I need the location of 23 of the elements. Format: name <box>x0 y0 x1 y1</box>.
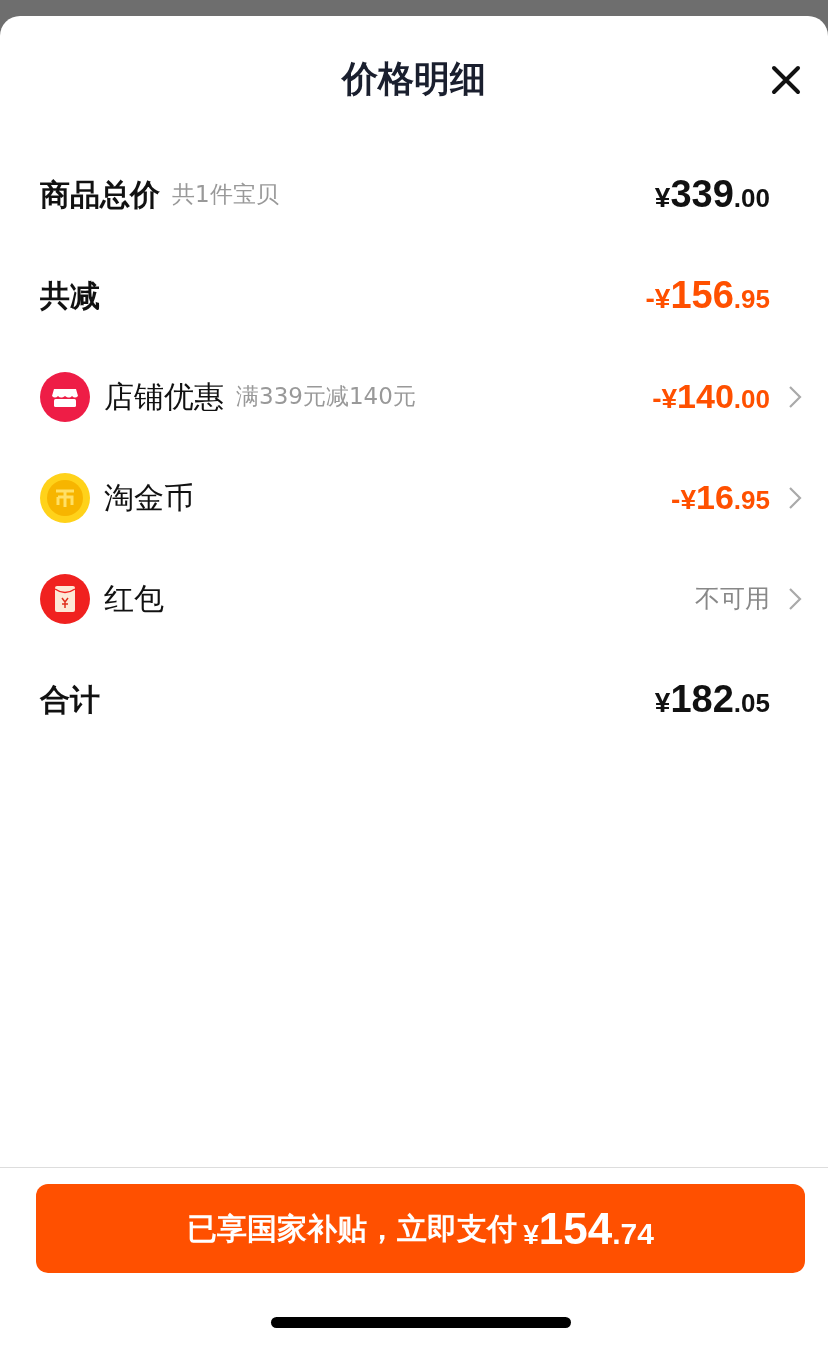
row-label: 淘金币 <box>104 479 194 517</box>
amount: ¥182.05 <box>654 677 770 722</box>
row-label: 红包 <box>104 580 164 618</box>
amount: -¥140.00 <box>652 376 770 417</box>
close-button[interactable] <box>770 64 802 96</box>
row-label: 店铺优惠 <box>104 378 224 416</box>
amount: ¥339.00 <box>654 172 770 217</box>
chevron-icon[interactable] <box>788 384 802 409</box>
row-note: 满339元减140元 <box>236 382 416 412</box>
envelope-icon <box>40 573 90 624</box>
chevron-icon[interactable] <box>788 485 802 510</box>
row-label: 合计 <box>40 681 100 719</box>
coin-icon <box>40 472 90 523</box>
amount: -¥16.95 <box>671 477 770 518</box>
pay-button[interactable]: 已享国家补贴，立即支付 ¥154.74 <box>36 1184 805 1273</box>
status-text: 不可用 <box>695 582 770 615</box>
row-label: 商品总价 <box>40 176 160 214</box>
row-note: 共1件宝贝 <box>172 180 279 210</box>
shop-icon <box>40 371 90 422</box>
chevron-icon[interactable] <box>788 586 802 611</box>
amount: -¥156.95 <box>645 273 770 318</box>
sheet-title: 价格明细 <box>342 57 486 101</box>
row-label: 共减 <box>40 277 100 315</box>
